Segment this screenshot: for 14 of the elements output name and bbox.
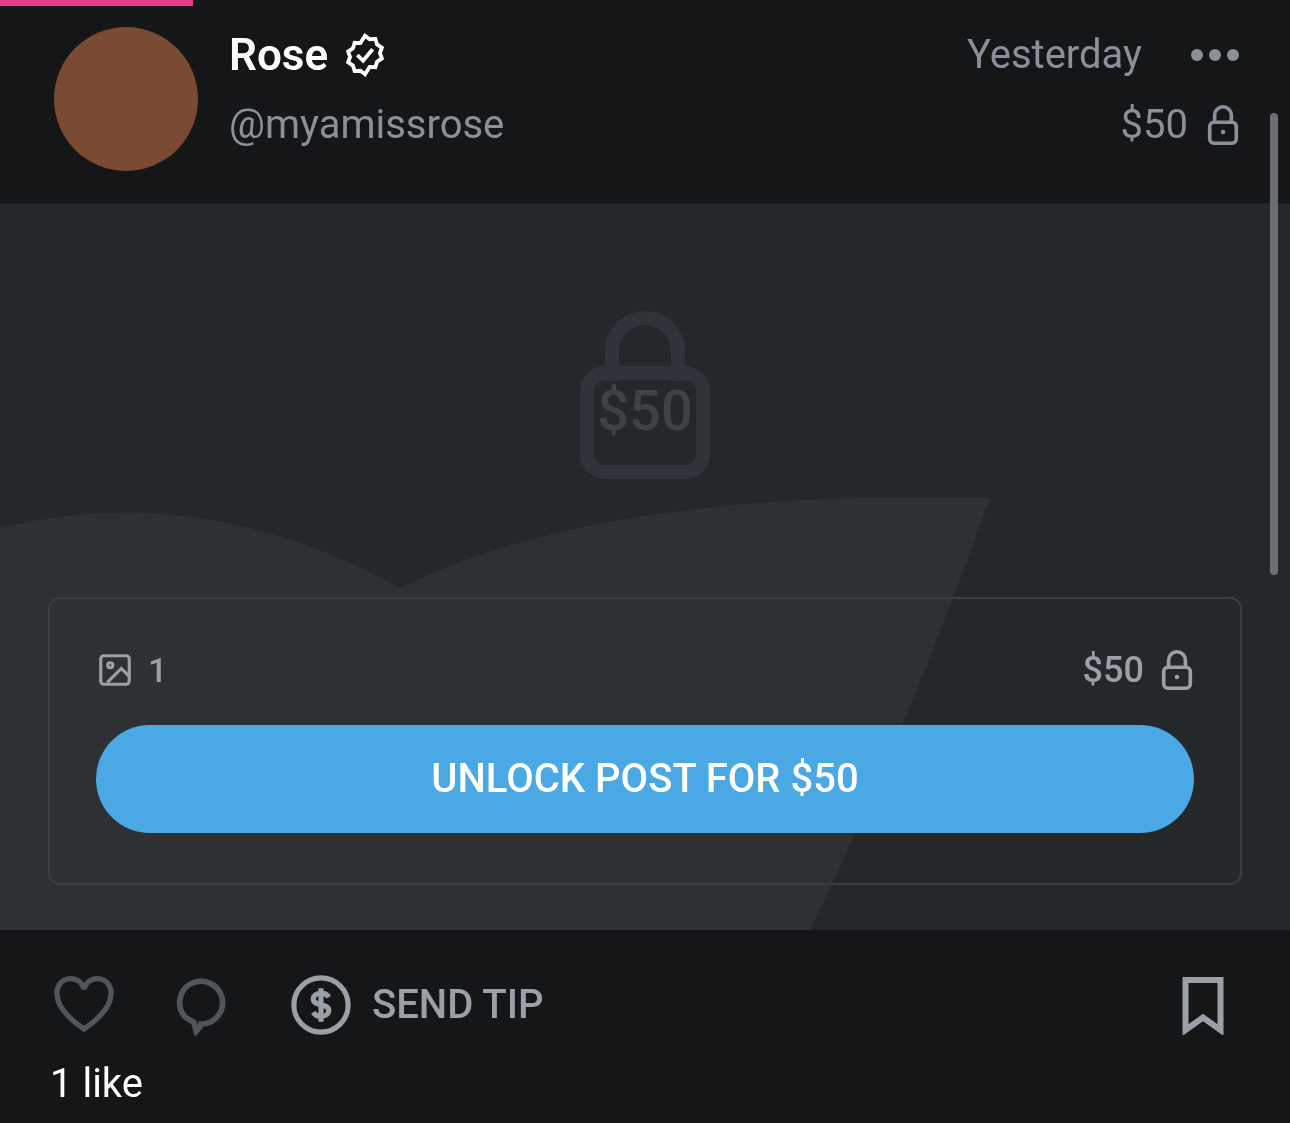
post-price: $50	[1120, 100, 1188, 150]
media-price: $50	[1082, 648, 1144, 693]
image-icon	[96, 651, 134, 689]
post-time: Yesterday	[966, 30, 1142, 80]
author-handle[interactable]: @myamissrose	[229, 95, 505, 155]
lock-icon	[1160, 649, 1194, 691]
lock-icon	[1206, 104, 1240, 146]
more-options-icon[interactable]	[1190, 48, 1240, 62]
author-name[interactable]: Rose	[229, 22, 329, 88]
media-count: 1	[148, 648, 168, 692]
like-heart-icon[interactable]	[52, 975, 116, 1035]
like-count[interactable]: 1 like	[0, 1062, 1290, 1106]
send-tip-button[interactable]: SEND TIP	[290, 974, 544, 1036]
dollar-coin-icon	[290, 974, 352, 1036]
